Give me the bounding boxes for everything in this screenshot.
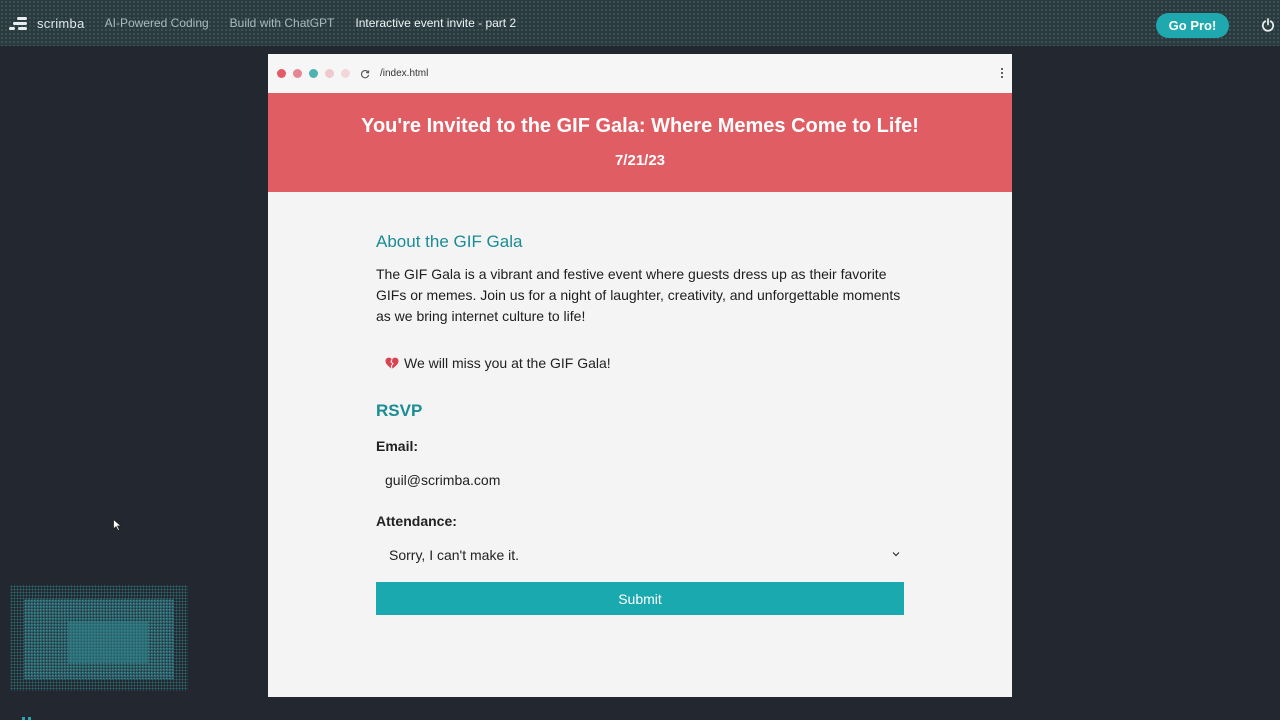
page-title: You're Invited to the GIF Gala: Where Me… [361, 115, 919, 137]
reload-icon[interactable] [360, 69, 370, 79]
breadcrumb-lesson: Interactive event invite - part 2 [355, 16, 517, 30]
status-message-text: We will miss you at the GIF Gala! [404, 355, 611, 371]
minimize-dot-icon[interactable] [293, 69, 302, 78]
attendance-label: Attendance: [376, 513, 457, 529]
about-heading: About the GIF Gala [376, 232, 523, 251]
dot-icon [341, 69, 350, 78]
breadcrumb-course[interactable]: AI-Powered Coding [105, 16, 209, 30]
scrimba-logo-icon [9, 14, 31, 32]
pause-icon[interactable] [22, 712, 36, 720]
main-content: About the GIF Gala The GIF Gala is a vib… [376, 232, 904, 615]
webcam-figure [68, 621, 148, 663]
go-pro-button[interactable]: Go Pro! [1156, 13, 1229, 38]
hero-banner: You're Invited to the GIF Gala: Where Me… [268, 93, 1012, 192]
brand[interactable]: scrimba [9, 14, 85, 32]
rsvp-heading: RSVP [376, 401, 423, 420]
email-label: Email: [376, 438, 419, 454]
mouse-cursor-icon [113, 519, 122, 531]
top-bar: scrimba AI-Powered Coding Build with Cha… [0, 0, 1280, 46]
more-options-icon[interactable] [1001, 68, 1004, 80]
url-bar[interactable]: /index.html [380, 68, 428, 79]
webcam-frame [24, 599, 174, 679]
attendance-selected-value: Sorry, I can't make it. [389, 547, 520, 563]
browser-preview: /index.html You're Invited to the GIF Ga… [268, 54, 1012, 697]
breadcrumb-module[interactable]: Build with ChatGPT [230, 16, 335, 30]
close-dot-icon[interactable] [277, 69, 286, 78]
status-message: We will miss you at the GIF Gala! [385, 355, 904, 371]
chevron-down-icon [892, 552, 900, 557]
attendance-select[interactable]: Sorry, I can't make it. [376, 542, 904, 568]
webcam-preview [10, 585, 188, 691]
maximize-dot-icon[interactable] [309, 69, 318, 78]
submit-button[interactable]: Submit [376, 582, 904, 615]
power-icon[interactable] [1261, 18, 1275, 32]
browser-toolbar: /index.html [268, 54, 1012, 93]
event-date: 7/21/23 [614, 152, 666, 169]
broken-heart-icon [385, 357, 399, 369]
breadcrumb: AI-Powered Coding Build with ChatGPT Int… [105, 16, 538, 30]
brand-name: scrimba [37, 15, 85, 31]
dot-icon [325, 69, 334, 78]
about-text: The GIF Gala is a vibrant and festive ev… [376, 266, 901, 324]
email-field[interactable] [376, 468, 904, 492]
